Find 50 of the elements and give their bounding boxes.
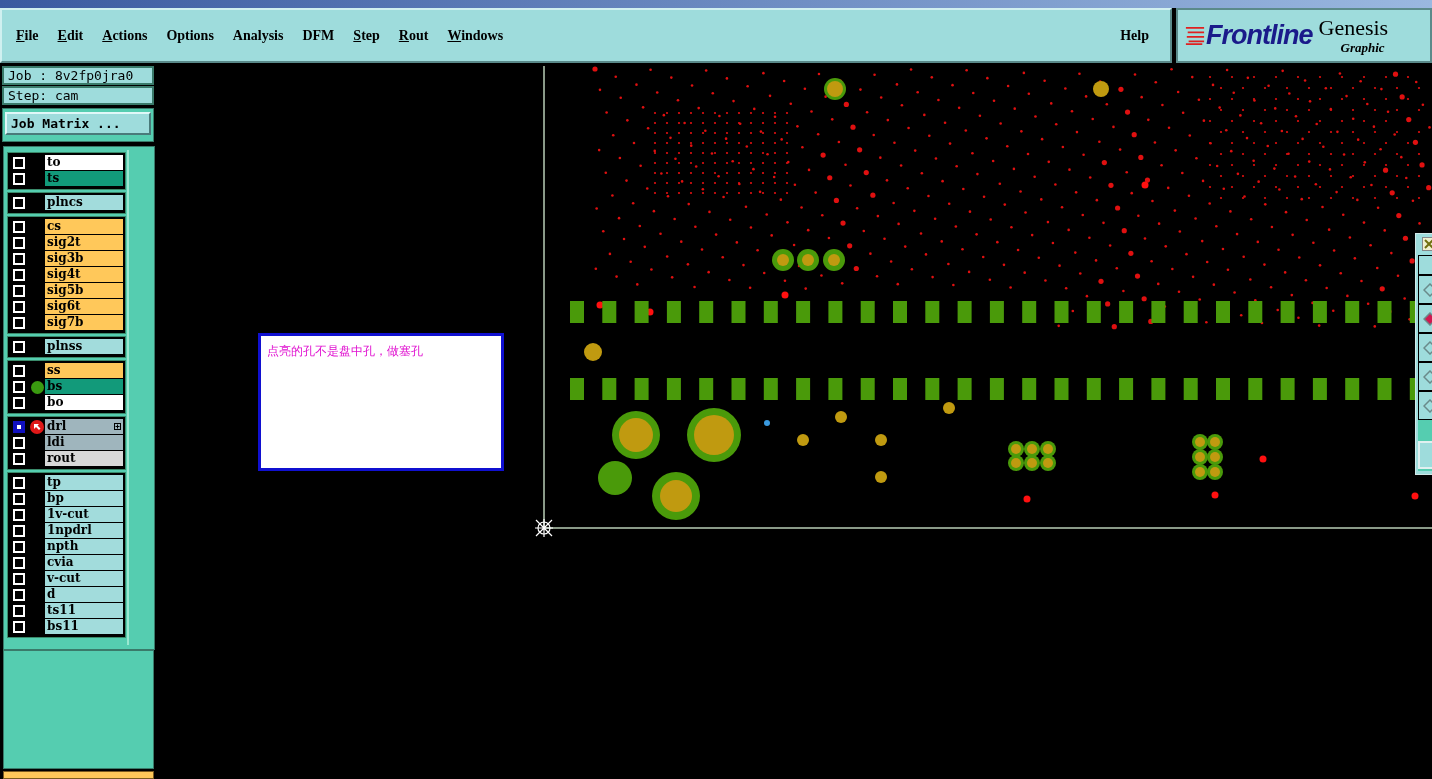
menu-item[interactable]: Options [160, 27, 220, 44]
layer-name[interactable]: ts [45, 171, 123, 187]
origin-icon [534, 518, 554, 538]
close-icon[interactable] [1422, 237, 1432, 251]
menu-item[interactable]: Rout [392, 27, 435, 44]
layer-name[interactable]: ldi [45, 435, 123, 451]
layer-name[interactable]: sig6t [45, 299, 123, 315]
step-label: Step: cam [2, 86, 154, 105]
layer-name[interactable]: bs [45, 379, 123, 395]
layer-name[interactable]: tp [45, 475, 123, 491]
menu-item[interactable]: Windows [441, 27, 510, 44]
speed-lines-icon [1184, 25, 1206, 46]
layer-name[interactable]: sig7b [45, 315, 123, 331]
layer-name[interactable]: drl [45, 419, 123, 435]
product-name: Genesis [1318, 15, 1389, 40]
menu-item[interactable]: DFM [296, 27, 341, 44]
layer-name[interactable]: v-cut [45, 571, 123, 587]
layer-name[interactable]: d [45, 587, 123, 603]
menu-item[interactable]: Analysis [226, 27, 290, 44]
job-label: Job : 8v2fp0jra0 [2, 66, 154, 85]
layer-name[interactable]: ts11 [45, 603, 123, 619]
plus-box-icon [114, 423, 121, 430]
note-text: 点亮的孔不是盘中孔，做塞孔 [267, 344, 423, 358]
help-menu[interactable]: Help [1114, 27, 1155, 44]
layer-name[interactable]: ss [45, 363, 123, 379]
menu-item[interactable]: Actions [96, 27, 154, 44]
pointer-icon [30, 420, 44, 434]
layer-name[interactable]: bs11 [45, 619, 123, 635]
layer-name[interactable]: 1npdrl [45, 523, 123, 539]
layer-checkbox[interactable] [13, 421, 25, 433]
layer-name[interactable]: cvia [45, 555, 123, 571]
layer-name[interactable]: cs [45, 219, 123, 235]
menu-item[interactable]: File [10, 27, 45, 44]
logo-text: Frontline [1206, 20, 1313, 51]
menu-item[interactable]: Edit [51, 27, 90, 44]
layer-name[interactable]: sig5b [45, 283, 123, 299]
job-matrix-button[interactable]: Job Matrix ... [5, 112, 151, 135]
menu-item[interactable]: Step [347, 27, 386, 44]
layer-name[interactable]: sig3b [45, 251, 123, 267]
layer-name[interactable]: sig2t [45, 235, 123, 251]
layer-name[interactable]: rout [45, 451, 123, 467]
layer-name[interactable]: to [45, 155, 123, 171]
layer-name[interactable]: plnss [45, 339, 123, 355]
layer-name[interactable]: npth [45, 539, 123, 555]
layer-name[interactable]: 1v-cut [45, 507, 123, 523]
layer-name[interactable]: bp [45, 491, 123, 507]
layer-name[interactable]: sig4t [45, 267, 123, 283]
layer-name[interactable]: plncs [45, 195, 123, 211]
product-subtitle: Graphic [1340, 39, 1385, 56]
layer-name[interactable]: bo [45, 395, 123, 411]
